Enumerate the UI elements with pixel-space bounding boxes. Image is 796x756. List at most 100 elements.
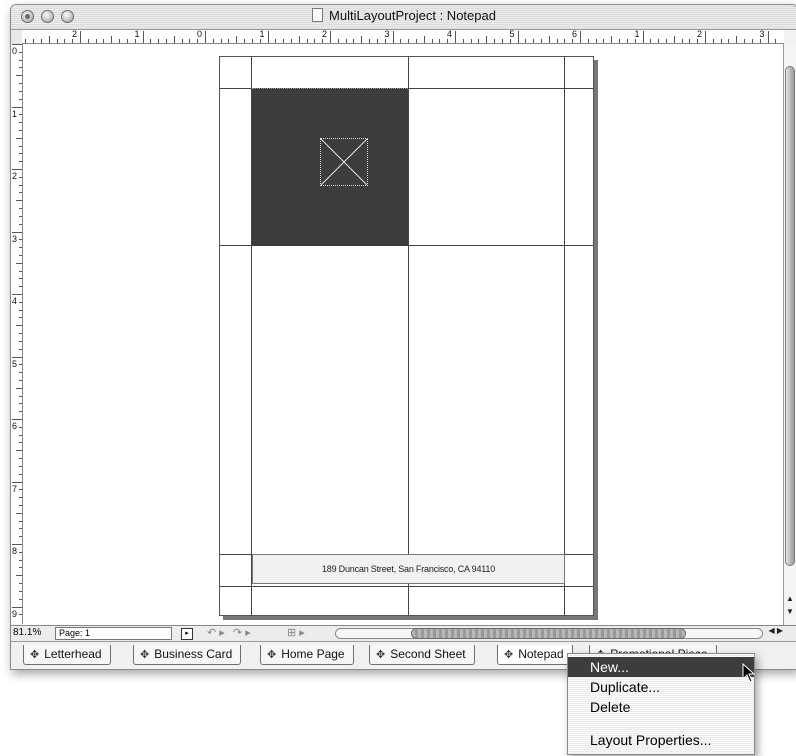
ruler-tick [19, 504, 22, 506]
ruler-tick [415, 39, 417, 43]
ruler-label: 0 [197, 29, 203, 39]
ruler-tick [19, 364, 22, 366]
menu-separator [568, 720, 754, 721]
vertical-scroll-thumb[interactable] [785, 66, 795, 566]
ruler-tick [19, 333, 22, 335]
ruler-tick [19, 247, 22, 249]
ruler-label: 8 [12, 546, 18, 556]
horizontal-ruler[interactable]: 2 1 0 1 2 3 4 5 6 1 2 3 [22, 29, 784, 44]
image-placeholder-box[interactable] [252, 88, 408, 246]
ruler-tick [384, 39, 386, 43]
ruler-tick [19, 83, 22, 85]
ruler-tick [744, 39, 746, 43]
vertical-scrollbar[interactable]: ▲ ▼ [783, 44, 796, 629]
zoom-level[interactable]: 81.1% [13, 627, 41, 638]
ruler-tick [447, 39, 449, 43]
ruler-tick [12, 419, 22, 420]
ruler-tick [212, 39, 214, 43]
ruler-tick [306, 39, 308, 43]
ruler-label: 6 [12, 421, 18, 431]
ruler-tick [19, 520, 22, 522]
guide-line[interactable] [220, 586, 593, 587]
ruler-tick [19, 473, 22, 475]
ruler-tick [12, 44, 22, 45]
undo-icon[interactable]: ↶ ▸ [207, 626, 225, 639]
ruler-tick [12, 106, 22, 108]
ruler-tick [80, 31, 81, 43]
ruler-tick [134, 39, 136, 43]
horizontal-scroll-arrows[interactable]: ◀ ▶ [768, 626, 783, 635]
tab-label: Business Card [154, 647, 233, 661]
ruler-tick [697, 39, 699, 43]
tab-letterhead[interactable]: ✥ Letterhead [23, 645, 111, 665]
image-placeholder-icon [320, 138, 368, 186]
ruler-tick [165, 39, 167, 43]
app-window: MultiLayoutProject : Notepad 21012345612… [10, 4, 796, 670]
ruler-tick [439, 39, 441, 43]
ruler-tick [16, 387, 22, 389]
ruler-tick [345, 39, 347, 43]
ruler-tick [12, 169, 22, 170]
scroll-down-arrow[interactable]: ▼ [786, 607, 794, 616]
layout-icon: ✥ [267, 649, 277, 661]
ruler-tick [19, 598, 22, 600]
tab-business-card[interactable]: ✥ Business Card [133, 645, 242, 665]
ruler-tick [19, 528, 22, 530]
horizontal-scrollbar[interactable] [335, 628, 763, 639]
ruler-tick [19, 411, 22, 413]
ruler-tick [119, 39, 121, 43]
tab-notepad[interactable]: ✥ Notepad [497, 645, 573, 665]
ruler-tick [16, 512, 22, 514]
guide-line[interactable] [408, 57, 409, 615]
document-page[interactable]: 189 Duncan Street, San Francisco, CA 941… [219, 56, 594, 616]
ruler-tick [12, 606, 22, 608]
ruler-tick [19, 567, 22, 569]
page-menu-button[interactable]: ▸ [181, 628, 193, 640]
scroll-up-arrow[interactable]: ▲ [786, 594, 794, 603]
tab-home-page[interactable]: ✥ Home Page [260, 645, 354, 665]
ruler-tick [376, 39, 378, 43]
ruler-tick [665, 39, 667, 43]
ruler-tick [16, 262, 22, 264]
ruler-tick [19, 192, 22, 194]
ruler-tick [689, 39, 691, 43]
ruler-tick [244, 39, 246, 43]
ruler-tick [19, 145, 22, 147]
ruler-tick [267, 31, 269, 43]
ruler-label: 9 [12, 608, 18, 619]
guide-line[interactable] [564, 57, 565, 615]
ruler-tick [470, 39, 472, 43]
vertical-ruler[interactable]: 0 1 2 3 4 5 6 7 8 9 [11, 44, 23, 624]
layout-icon: ✥ [504, 649, 514, 661]
ruler-tick [12, 481, 22, 483]
ruler-tick [705, 31, 706, 43]
ruler-tick [540, 39, 542, 43]
ruler-tick [19, 278, 22, 280]
page-field[interactable]: Page: 1 [55, 627, 172, 640]
ruler-tick [775, 39, 777, 43]
address-text-box[interactable]: 189 Duncan Street, San Francisco, CA 941… [252, 554, 565, 584]
tab-second-sheet[interactable]: ✥ Second Sheet [369, 645, 475, 665]
ruler-tick [19, 153, 22, 155]
ruler-tick [408, 39, 410, 43]
layout-canvas[interactable]: 189 Duncan Street, San Francisco, CA 941… [23, 44, 784, 625]
menu-item-duplicate[interactable]: Duplicate... [568, 677, 754, 697]
menu-item-layout-properties[interactable]: Layout Properties... [568, 730, 754, 750]
ruler-tick [19, 340, 22, 342]
ruler-tick [19, 395, 22, 397]
ruler-tick [205, 31, 206, 43]
menu-item-new[interactable]: New... [568, 657, 754, 677]
redo-icon[interactable]: ↷ ▸ [233, 626, 251, 639]
horizontal-scroll-thumb[interactable] [411, 628, 686, 639]
ruler-tick [16, 75, 22, 77]
ruler-tick [587, 39, 589, 43]
ruler-tick [19, 176, 22, 178]
window-title: MultiLayoutProject : Notepad [329, 8, 496, 23]
ruler-tick [56, 39, 58, 43]
menu-item-delete[interactable]: Delete [568, 697, 754, 717]
ruler-tick [650, 39, 652, 43]
tab-label: Letterhead [44, 647, 102, 661]
window-title-area: MultiLayoutProject : Notepad [11, 8, 796, 23]
view-options-icon[interactable]: ⊞ ▸ [287, 626, 305, 639]
ruler-tick [19, 270, 22, 272]
